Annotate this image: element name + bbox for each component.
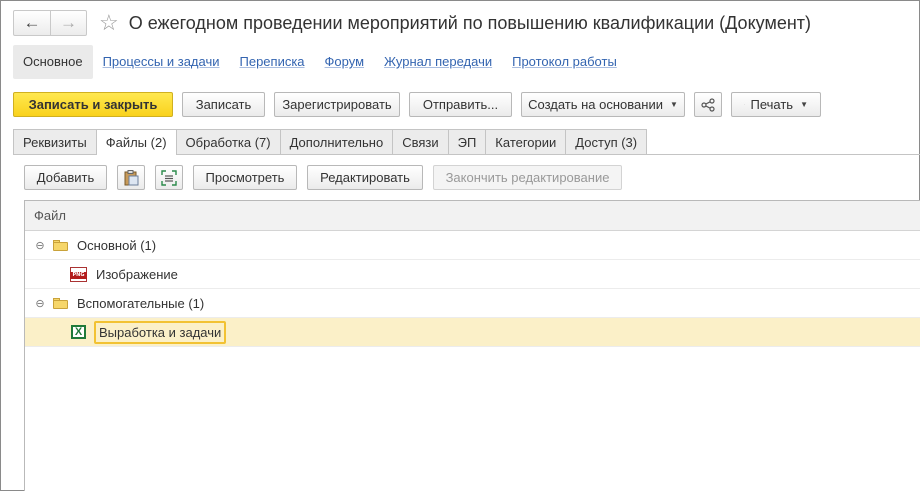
forward-button[interactable]: → [50, 11, 86, 35]
group-label: Вспомогательные (1) [77, 295, 205, 311]
print-button[interactable]: Печать ▼ [731, 92, 821, 117]
table-row-file-selected[interactable]: X Выработка и задачи [25, 318, 920, 347]
excel-file-icon: X [71, 325, 86, 339]
tab-categories[interactable]: Категории [485, 129, 567, 154]
tab-access[interactable]: Доступ (3) [565, 129, 648, 154]
table-row-file[interactable]: PNG Изображение [25, 260, 920, 289]
folder-icon [53, 239, 68, 251]
files-table: Файл ⊖ Основной (1) PNG Изображение ⊖ Вс… [24, 200, 920, 491]
create-based-on-label: Создать на основании [528, 97, 663, 112]
dropdown-caret-icon: ▼ [800, 100, 808, 109]
group-label: Основной (1) [77, 237, 157, 253]
view-button[interactable]: Просмотреть [193, 165, 297, 190]
tab-signature[interactable]: ЭП [447, 129, 487, 154]
folder-icon [53, 297, 68, 309]
save-and-close-button[interactable]: Записать и закрыть [13, 92, 173, 117]
tab-processing[interactable]: Обработка (7) [175, 129, 281, 154]
back-arrow-icon: ← [23, 13, 41, 32]
section-nav: Основное Процессы и задачи Переписка Фор… [13, 45, 627, 79]
section-main[interactable]: Основное [13, 45, 93, 79]
tab-strip: Реквизиты Файлы (2) Обработка (7) Дополн… [13, 129, 648, 155]
add-file-button[interactable]: Добавить [24, 165, 107, 190]
title-bar: ← → ☆ О ежегодном проведении мероприятий… [13, 9, 811, 37]
back-button[interactable]: ← [14, 11, 50, 35]
command-bar: Записать и закрыть Записать Зарегистриро… [13, 92, 830, 118]
send-button[interactable]: Отправить... [409, 92, 512, 117]
scan-button[interactable] [155, 165, 183, 190]
share-icon [701, 97, 715, 112]
page-title: О ежегодном проведении мероприятий по по… [128, 12, 812, 33]
create-based-on-button[interactable]: Создать на основании ▼ [521, 92, 685, 117]
paste-file-button[interactable] [117, 165, 145, 190]
scan-icon [161, 169, 177, 186]
section-processes[interactable]: Процессы и задачи [93, 45, 230, 79]
dropdown-caret-icon: ▼ [669, 100, 678, 109]
section-transfer-log[interactable]: Журнал передачи [374, 45, 502, 79]
table-row-group[interactable]: ⊖ Основной (1) [25, 231, 920, 260]
forward-arrow-icon: → [60, 13, 77, 32]
png-file-icon: PNG [70, 266, 87, 282]
files-toolbar: Добавить Просмотреть Редактировать Закон… [24, 165, 632, 190]
clipboard-icon [124, 169, 139, 185]
share-button[interactable] [694, 92, 722, 117]
section-forum[interactable]: Форум [315, 45, 375, 79]
collapse-toggle-icon[interactable]: ⊖ [34, 239, 46, 252]
nav-group: ← → [13, 10, 87, 36]
tab-files[interactable]: Файлы (2) [95, 129, 177, 155]
file-label: Изображение [96, 266, 178, 282]
table-row-group[interactable]: ⊖ Вспомогательные (1) [25, 289, 920, 318]
tab-additional[interactable]: Дополнительно [279, 129, 394, 154]
tab-links[interactable]: Связи [392, 129, 449, 154]
print-label: Печать [750, 97, 794, 112]
collapse-toggle-icon[interactable]: ⊖ [34, 297, 46, 310]
column-header-file[interactable]: Файл [25, 201, 920, 231]
edit-button[interactable]: Редактировать [307, 165, 423, 190]
favorite-star-icon[interactable]: ☆ [99, 12, 119, 34]
finish-editing-button[interactable]: Закончить редактирование [433, 165, 622, 190]
file-label-focused[interactable]: Выработка и задачи [94, 320, 227, 344]
register-button[interactable]: Зарегистрировать [274, 92, 400, 117]
document-window: ← → ☆ О ежегодном проведении мероприятий… [0, 0, 920, 491]
tab-requisites[interactable]: Реквизиты [13, 129, 97, 154]
section-correspondence[interactable]: Переписка [230, 45, 315, 79]
save-button[interactable]: Записать [182, 92, 265, 117]
section-work-log[interactable]: Протокол работы [502, 45, 627, 79]
